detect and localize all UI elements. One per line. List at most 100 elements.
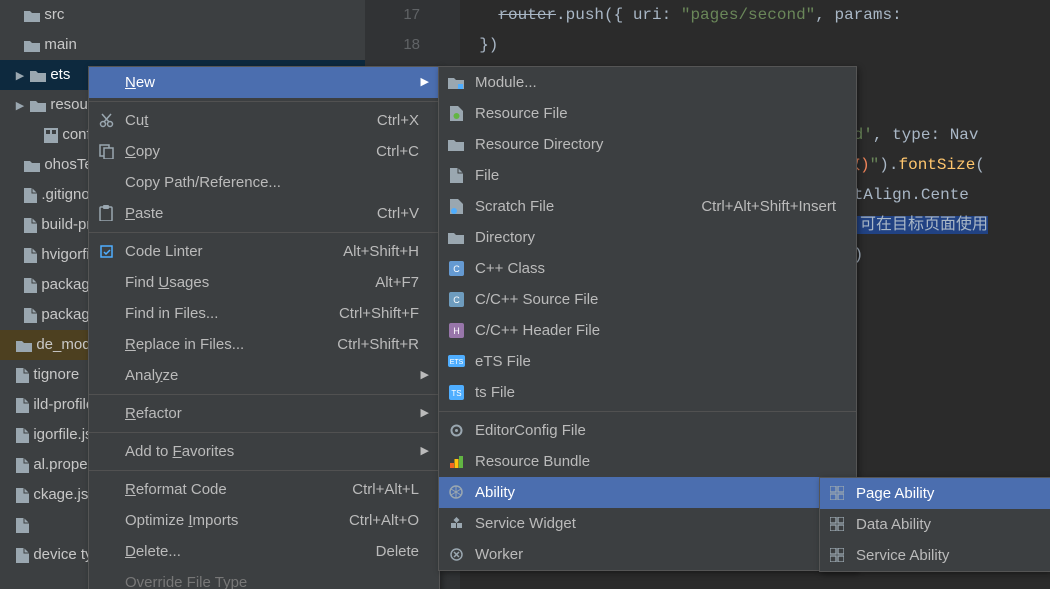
menu-item-label: C/C++ Header File <box>475 315 600 346</box>
menu-item[interactable]: Reformat CodeCtrl+Alt+L <box>89 474 439 505</box>
menu-item[interactable]: Replace in Files...Ctrl+Shift+R <box>89 329 439 360</box>
menu-item-label: Optimize Imports <box>125 505 238 536</box>
menu-separator <box>89 432 439 433</box>
menu-item-label: Resource Directory <box>475 129 603 160</box>
menu-item[interactable]: Paste Ctrl+V <box>89 198 439 229</box>
copy-icon <box>97 142 115 160</box>
grid-icon <box>828 515 846 533</box>
folder-icon <box>447 228 465 246</box>
cut-icon <box>97 111 115 129</box>
menu-item-label: ts File <box>475 377 515 408</box>
menu-separator <box>89 394 439 395</box>
code-line[interactable]: }) <box>460 30 1050 60</box>
menu-separator <box>89 101 439 102</box>
menu-item-label: Find in Files... <box>125 298 218 329</box>
tree-item-label: igorfile.js <box>33 426 92 443</box>
menu-item[interactable]: Worker <box>439 539 856 570</box>
code-line[interactable]: router.push({ uri: "pages/second", param… <box>460 0 1050 30</box>
tree-item-label: tignore <box>33 366 79 383</box>
tree-item-label: src <box>44 6 64 23</box>
new-submenu[interactable]: Module...Resource FileResource Directory… <box>438 66 857 571</box>
menu-item[interactable]: Add to Favorites▶ <box>89 436 439 467</box>
gear-icon <box>447 421 465 439</box>
menu-item-label: Paste <box>125 198 163 229</box>
menu-item[interactable]: Module... <box>439 67 856 98</box>
menu-item-label: C++ Class <box>475 253 545 284</box>
menu-item[interactable]: Service Widget <box>439 508 856 539</box>
menu-item[interactable]: Analyze ▶ <box>89 360 439 391</box>
menu-item-shortcut: Ctrl+V <box>377 198 419 229</box>
menu-item[interactable]: Copy Path/Reference... <box>89 167 439 198</box>
menu-item-label: eTS File <box>475 346 531 377</box>
menu-item-label: Worker <box>475 539 523 570</box>
menu-separator <box>439 411 856 412</box>
menu-item[interactable]: Delete...Delete <box>89 536 439 567</box>
menu-item[interactable]: Resource Directory <box>439 129 856 160</box>
menu-item[interactable]: Ability▶ <box>439 477 856 508</box>
menu-item[interactable]: Optimize ImportsCtrl+Alt+O <box>89 505 439 536</box>
menu-item[interactable]: Scratch FileCtrl+Alt+Shift+Insert <box>439 191 856 222</box>
menu-item[interactable]: CC/C++ Source File <box>439 284 856 315</box>
menu-item[interactable]: Data Ability <box>820 509 1050 540</box>
folder-icon <box>447 135 465 153</box>
svg-text:C: C <box>453 295 460 305</box>
grid-icon <box>828 546 846 564</box>
menu-item[interactable]: CutCtrl+X <box>89 105 439 136</box>
menu-item[interactable]: C C++ Class <box>439 253 856 284</box>
menu-item-label: New <box>125 67 155 98</box>
menu-item[interactable]: Find UsagesAlt+F7 <box>89 267 439 298</box>
menu-item-label: Copy <box>125 136 160 167</box>
tree-item[interactable]: main <box>0 30 365 60</box>
menu-item[interactable]: TSts File <box>439 377 856 408</box>
menu-item-label: Data Ability <box>856 509 931 540</box>
svg-text:H: H <box>453 326 460 336</box>
menu-item[interactable]: Directory <box>439 222 856 253</box>
menu-item[interactable]: H C/C++ Header File <box>439 315 856 346</box>
worker-icon <box>447 545 465 563</box>
bundle-icon <box>447 452 465 470</box>
tree-item[interactable]: src <box>0 0 365 30</box>
line-number: 17 <box>365 0 460 30</box>
menu-item[interactable]: Copy Ctrl+C <box>89 136 439 167</box>
menu-item[interactable]: ETS eTS File <box>439 346 856 377</box>
paste-icon <box>97 204 115 222</box>
menu-item-label: Analyze <box>125 360 178 391</box>
svg-text:C: C <box>453 264 460 274</box>
menu-item-label: Cut <box>125 105 148 136</box>
menu-item-label: Resource Bundle <box>475 446 590 477</box>
menu-item-label: Resource File <box>475 98 568 129</box>
menu-item-label: Service Widget <box>475 508 576 539</box>
menu-item[interactable]: Service Ability <box>820 540 1050 571</box>
menu-item-shortcut: Ctrl+C <box>376 136 419 167</box>
menu-item[interactable]: Refactor▶ <box>89 398 439 429</box>
menu-item-label: Override File Type <box>125 567 247 589</box>
svg-text:ETS: ETS <box>449 359 463 366</box>
chevron-right-icon: ▶ <box>421 360 429 391</box>
chevron-right-icon: ▶ <box>421 436 429 467</box>
menu-item[interactable]: Find in Files...Ctrl+Shift+F <box>89 298 439 329</box>
menu-item-label: Delete... <box>125 536 181 567</box>
menu-item[interactable]: Resource File <box>439 98 856 129</box>
menu-item[interactable]: Page Ability <box>820 478 1050 509</box>
csrc-icon: C <box>447 290 465 308</box>
menu-item[interactable]: EditorConfig File <box>439 415 856 446</box>
context-menu[interactable]: New ▶ CutCtrl+XCopy Ctrl+C Copy Path/Referen… <box>88 66 440 589</box>
menu-item[interactable]: File <box>439 160 856 191</box>
widget-icon <box>447 514 465 532</box>
tree-item-label: main <box>44 36 77 53</box>
menu-item-label: Directory <box>475 222 535 253</box>
ability-icon <box>447 483 465 501</box>
chevron-right-icon: ▶ <box>421 67 429 98</box>
ability-submenu[interactable]: Page AbilityData AbilityService Ability <box>819 477 1050 572</box>
menu-item-shortcut: Alt+Shift+H <box>343 236 419 267</box>
module-icon <box>447 73 465 91</box>
menu-item-label: Page Ability <box>856 478 934 509</box>
menu-item-label: Replace in Files... <box>125 329 244 360</box>
menu-item-label: Reformat Code <box>125 474 227 505</box>
menu-item[interactable]: New ▶ <box>89 67 439 98</box>
chevron-right-icon: ▶ <box>421 398 429 429</box>
menu-item-label: Copy Path/Reference... <box>125 167 281 198</box>
menu-item-label: Code Linter <box>125 236 203 267</box>
menu-item[interactable]: Code Linter Alt+Shift+H <box>89 236 439 267</box>
menu-item[interactable]: Resource Bundle <box>439 446 856 477</box>
